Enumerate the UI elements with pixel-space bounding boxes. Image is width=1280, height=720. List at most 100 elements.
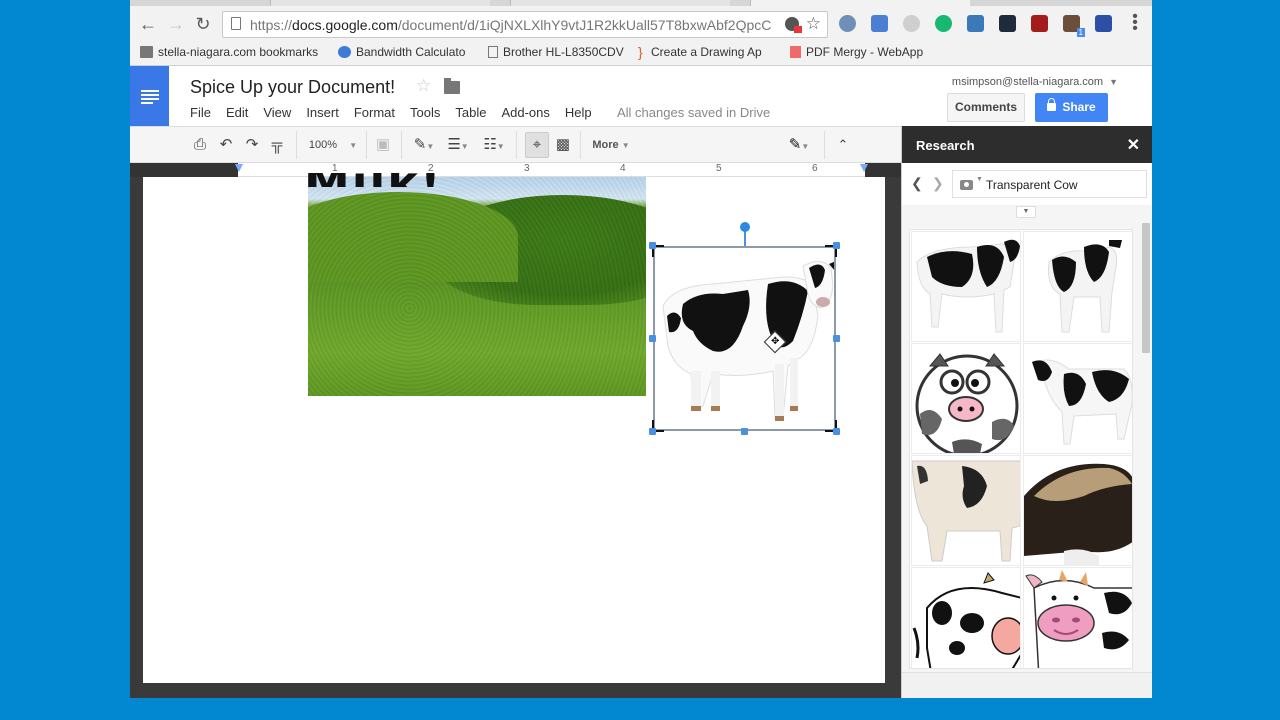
menu-view[interactable]: View <box>263 105 291 120</box>
resize-handle[interactable] <box>649 242 656 249</box>
bookmark-star-icon[interactable]: ☆ <box>806 14 821 34</box>
result-thumbnail[interactable] <box>911 455 1021 566</box>
close-icon[interactable]: ✕ <box>1127 135 1140 155</box>
film-extension-icon[interactable] <box>1031 15 1048 32</box>
back-button[interactable]: ← <box>138 14 158 34</box>
result-thumbnail[interactable] <box>1023 343 1132 454</box>
resize-handle[interactable] <box>833 335 840 342</box>
border-weight-icon[interactable]: ☰▼ <box>444 135 472 155</box>
copyright-extension-icon[interactable] <box>903 15 920 32</box>
result-thumbnail[interactable] <box>911 567 1021 668</box>
bookmark-label: PDF Mergy - WebApp <box>806 45 924 59</box>
research-header: Research ✕ <box>902 126 1152 163</box>
menu-tools[interactable]: Tools <box>410 105 440 120</box>
resize-handle[interactable] <box>741 428 748 435</box>
toolbar-divider <box>296 131 297 159</box>
document-title[interactable]: Spice Up your Document! <box>190 77 395 98</box>
chrome-menu-icon[interactable]: • • • <box>1132 9 1138 37</box>
grammarly-extension-icon[interactable] <box>935 15 952 32</box>
heading-text[interactable]: Milk! <box>304 173 443 187</box>
resize-handle[interactable] <box>833 428 840 435</box>
resize-handle[interactable] <box>833 242 840 249</box>
s-extension-icon[interactable]: 1 <box>1063 15 1085 37</box>
menu-file[interactable]: File <box>190 105 211 120</box>
result-thumbnail[interactable] <box>1023 455 1132 566</box>
print-icon[interactable]: ⎙ <box>192 135 208 155</box>
selection-border <box>653 246 836 431</box>
toolbar-divider <box>580 131 581 159</box>
zoom-value: 100% <box>308 139 337 151</box>
image-options-icon[interactable]: ▣ <box>375 135 391 155</box>
more-button[interactable]: More ▼ <box>588 135 634 155</box>
cow-photo-icon <box>916 239 1020 333</box>
collapse-toolbar-icon[interactable]: ⌃ <box>834 135 852 155</box>
reset-image-icon[interactable]: ▩ <box>554 135 572 155</box>
camera-icon[interactable] <box>960 180 973 190</box>
undo-icon[interactable]: ↶ <box>217 135 235 155</box>
folder-icon[interactable] <box>444 78 460 94</box>
bookmark-label: stella-niagara.com bookmarks <box>158 45 319 59</box>
share-button[interactable]: Share <box>1035 93 1108 122</box>
pinterest-extension-icon[interactable] <box>839 15 856 32</box>
search-query: Transparent Cow <box>986 178 1078 192</box>
reload-button[interactable]: ↻ <box>193 14 213 34</box>
redo-icon[interactable]: ↷ <box>243 135 261 155</box>
ruler-number: 4 <box>620 163 626 174</box>
rotate-handle[interactable] <box>740 222 750 232</box>
editing-mode-icon[interactable]: ✎▼ <box>785 135 813 155</box>
bookmark-brother[interactable]: Brother HL-L8350CDV <box>488 45 624 59</box>
camera-extension-icon[interactable] <box>999 15 1016 32</box>
menu-format[interactable]: Format <box>354 105 395 120</box>
bookmark-drawing[interactable]: } Create a Drawing Ap <box>638 45 762 59</box>
grass-hills-image[interactable] <box>308 177 646 396</box>
result-thumbnail[interactable] <box>1023 231 1132 342</box>
result-thumbnail[interactable] <box>911 343 1021 454</box>
zoom-select[interactable]: 100% ▼ <box>308 135 358 155</box>
address-bar[interactable]: https://docs.google.com/document/d/1iQjN… <box>222 11 828 38</box>
forward-button[interactable]: → <box>166 14 186 34</box>
resize-handle[interactable] <box>649 335 656 342</box>
screencastify-extension-icon[interactable] <box>967 15 984 32</box>
border-color-icon[interactable]: ✎▼ <box>410 135 438 155</box>
url-text[interactable]: https://docs.google.com/document/d/1iQjN… <box>250 17 780 33</box>
docs-home-icon[interactable] <box>130 66 169 126</box>
menu-edit[interactable]: Edit <box>226 105 248 120</box>
selected-cow-image[interactable]: ✥ <box>649 222 840 435</box>
blocked-content-icon[interactable] <box>785 17 802 33</box>
menu-addons[interactable]: Add-ons <box>501 105 549 120</box>
result-thumbnail[interactable] <box>1023 567 1132 668</box>
menu-bar: File Edit View Insert Format Tools Table… <box>190 105 607 120</box>
crop-icon[interactable]: ⌖ <box>525 132 549 158</box>
bookmark-bandwidth[interactable]: Bandwidth Calculato <box>338 45 465 59</box>
resize-handle[interactable] <box>649 428 656 435</box>
paint-format-icon[interactable]: ╦ <box>269 135 285 155</box>
forward-icon[interactable]: ❯ <box>932 175 944 192</box>
research-scrollbar[interactable] <box>1142 223 1150 353</box>
bookmark-folder-stella[interactable]: stella-niagara.com bookmarks <box>140 45 318 59</box>
border-dash-icon[interactable]: ☷▼ <box>480 135 508 155</box>
b-extension-icon[interactable] <box>871 15 888 32</box>
back-icon[interactable]: ❮ <box>911 175 923 192</box>
research-search-input[interactable]: ▼ Transparent Cow <box>952 170 1147 198</box>
browser-window: ← → ↻ https://docs.google.com/document/d… <box>130 0 1152 698</box>
drawing-icon: } <box>638 44 643 60</box>
document-page[interactable]: Milk! <box>143 173 885 683</box>
expand-options-button[interactable]: ▼ <box>1016 206 1036 218</box>
extension-badge: 1 <box>1076 28 1085 37</box>
toolbar-divider <box>824 131 825 159</box>
result-thumbnail[interactable] <box>911 231 1021 342</box>
star-icon[interactable]: ☆ <box>416 76 431 96</box>
menu-help[interactable]: Help <box>565 105 592 120</box>
comments-button[interactable]: Comments <box>947 93 1025 122</box>
docs-header: Spice Up your Document! ☆ File Edit View… <box>130 66 1152 126</box>
research-search-row: ❮ ❯ ▼ Transparent Cow <box>902 163 1152 205</box>
account-switcher[interactable]: msimpson@stella-niagara.com ▼ <box>952 76 1118 88</box>
menu-insert[interactable]: Insert <box>306 105 339 120</box>
menu-table[interactable]: Table <box>455 105 486 120</box>
n-extension-icon[interactable] <box>1095 15 1112 32</box>
bookmark-pdf-mergy[interactable]: PDF Mergy - WebApp <box>790 45 923 59</box>
cartoon-cow-icon <box>912 572 1020 668</box>
save-status[interactable]: All changes saved in Drive <box>617 105 770 120</box>
page-icon <box>231 17 241 30</box>
caret-down-icon[interactable]: ▼ <box>976 176 983 183</box>
